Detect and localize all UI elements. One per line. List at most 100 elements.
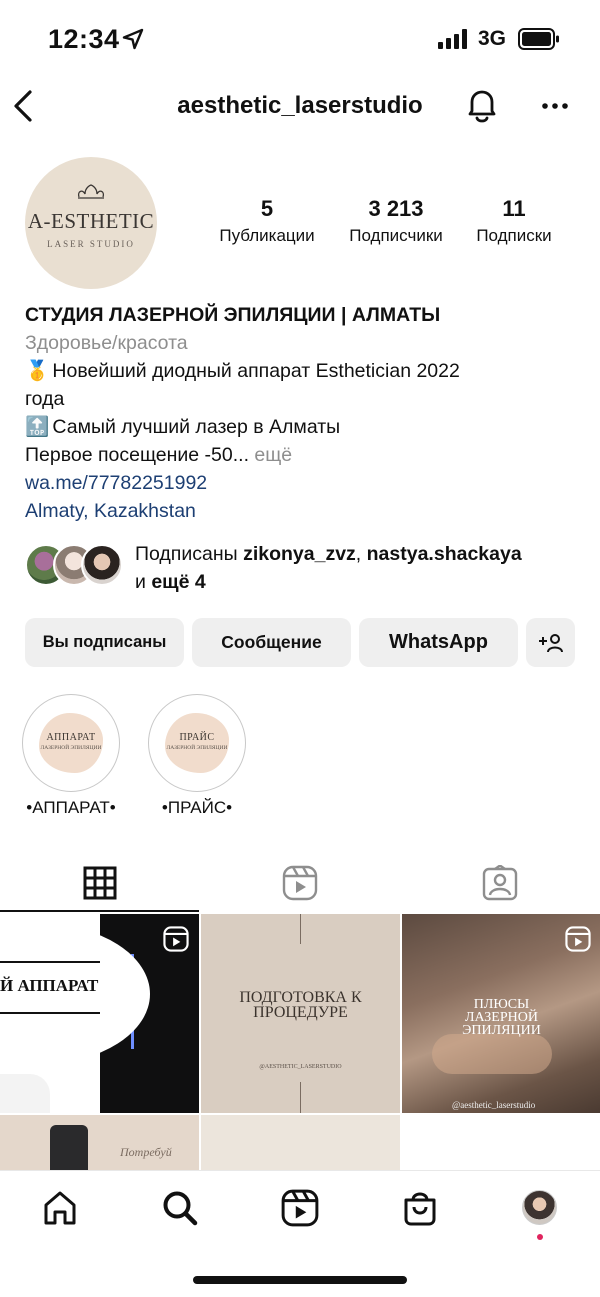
post-rule-bottom [0, 1012, 100, 1014]
whatsapp-button[interactable]: WhatsApp [359, 618, 518, 667]
post-tile-2[interactable]: ПОДГОТОВКА К ПРОЦЕДУРЕ @AESTHETIC_LASERS… [201, 914, 400, 1113]
active-tab-indicator [0, 910, 199, 912]
bio-line-2-text: Самый лучший лазер в Алматы [52, 416, 341, 438]
search-icon[interactable] [161, 1189, 199, 1227]
tab-reels[interactable] [200, 853, 400, 913]
bio-line-1-cont: года [25, 388, 65, 410]
highlight-cover-title: ПРАЙС [179, 732, 215, 743]
followed-by-user-1[interactable]: zikonya_zvz [243, 543, 356, 565]
highlight-caption: •ПРАЙС• [161, 798, 233, 817]
bottom-navigation [0, 1170, 600, 1250]
bio-line-3: Первое посещение -50... ещё [25, 441, 585, 469]
post-line-bottom [300, 1082, 301, 1113]
tab-tagged[interactable] [400, 853, 600, 913]
stat-posts-value: 5 [260, 196, 274, 221]
bio-line-2: 🔝 Самый лучший лазер в Алматы [25, 413, 585, 441]
highlight-cover: АППАРАТ ЛАЗЕРНОЙ ЭПИЛЯЦИИ [28, 700, 114, 786]
stat-following[interactable]: 11 Подписки [456, 196, 572, 246]
profile-tabs [0, 853, 600, 913]
bio-line-1: 🥇 Новейший диодный аппарат Esthetician 2… [25, 357, 585, 385]
avatar-brand-text: A-ESTHETIC [27, 209, 155, 233]
stat-followers[interactable]: 3 213 Подписчики [333, 196, 459, 246]
reels-nav-icon[interactable] [281, 1189, 319, 1227]
add-person-icon [538, 633, 563, 652]
followed-by-row[interactable]: Подписаны zikonya_zvz, nastya.shackaya и… [25, 540, 585, 594]
post-tile-3[interactable]: ПЛЮСЫ ЛАЗЕРНОЙ ЭПИЛЯЦИИ @aesthetic_laser… [402, 914, 600, 1113]
profile-category: Здоровье/красота [25, 332, 188, 354]
stat-posts-label: Публикации [219, 226, 315, 245]
highlight-cover-subtitle: ЛАЗЕРНОЙ ЭПИЛЯЦИИ [166, 745, 228, 751]
post-tile-5[interactable] [201, 1115, 400, 1174]
post-tile-1[interactable]: Й АППАРАТ [0, 914, 199, 1113]
avatar-brand-subtitle: LASER STUDIO [47, 239, 135, 249]
stat-posts[interactable]: 5 Публикации [207, 196, 327, 246]
stat-followers-value: 3 213 [368, 196, 424, 221]
post-2-title-line-2: ПРОЦЕДУРЕ [253, 1004, 348, 1021]
post-3-title-line-3: ЭПИЛЯЦИИ [462, 1023, 541, 1038]
post-tile-4[interactable]: Потребуй [0, 1115, 199, 1174]
bell-icon[interactable] [464, 86, 500, 126]
bio-website-link[interactable]: wa.me/77782251992 [25, 469, 585, 497]
post-1-caption: Й АППАРАТ [0, 976, 99, 995]
post-3-title: ПЛЮСЫ ЛАЗЕРНОЙ ЭПИЛЯЦИИ [402, 998, 600, 1038]
stat-following-label: Подписки [476, 226, 552, 245]
grid-icon [83, 866, 117, 900]
followed-by-more[interactable]: ещё 4 [151, 571, 205, 593]
followed-by-user-2[interactable]: nastya.shackaya [367, 543, 522, 565]
post-2-title-line-1: ПОДГОТОВКА К [239, 989, 362, 1006]
post-rule-top [0, 961, 100, 963]
signal-bars-icon [438, 29, 467, 49]
highlight-caption: •АППАРАТ• [26, 798, 116, 817]
location-arrow-icon [122, 28, 144, 50]
profile-display-name: СТУДИЯ ЛАЗЕРНОЙ ЭПИЛЯЦИИ | АЛМАТЫ [25, 304, 441, 326]
followed-by-text: Подписаны zikonya_zvz, nastya.shackaya и… [135, 540, 595, 596]
profile-avatar[interactable]: A-ESTHETIC LASER STUDIO [25, 157, 157, 289]
reels-icon [282, 865, 318, 901]
stat-following-value: 11 [502, 196, 526, 221]
posts-grid: Й АППАРАТ ПОДГОТОВКА К ПРОЦЕДУРЕ @AESTHE… [0, 914, 600, 1174]
status-time: 12:34 [48, 24, 120, 54]
highlight-blob [165, 713, 229, 773]
shop-bag-icon[interactable] [401, 1189, 439, 1227]
bio-more-link[interactable]: ещё [254, 444, 292, 466]
profile-username: aesthetic_laserstudio [177, 92, 423, 119]
post-2-handle: @AESTHETIC_LASERSTUDIO [259, 1064, 342, 1070]
post-2-title: ПОДГОТОВКА К ПРОЦЕДУРЕ [201, 989, 400, 1021]
post-4-script: Потребуй [120, 1145, 172, 1159]
followed-by-prefix: Подписаны [135, 543, 238, 565]
highlight-blob [39, 713, 103, 773]
battery-icon [518, 28, 559, 50]
home-icon[interactable] [41, 1189, 79, 1227]
highlight-ring: АППАРАТ ЛАЗЕРНОЙ ЭПИЛЯЦИИ [22, 694, 120, 792]
stat-followers-label: Подписчики [349, 226, 443, 245]
more-options-icon[interactable] [540, 94, 570, 118]
message-button[interactable]: Сообщение [192, 618, 351, 667]
highlight-cover-subtitle: ЛАЗЕРНОЙ ЭПИЛЯЦИИ [40, 745, 102, 751]
status-bar: 12:34 3G [0, 0, 600, 80]
top-arrow-emoji: 🔝 [25, 416, 50, 438]
bio-line-3-text: Первое посещение -50... [25, 444, 249, 466]
network-type: 3G [478, 27, 507, 50]
notification-dot [537, 1234, 543, 1240]
tab-grid[interactable] [0, 853, 200, 913]
home-indicator [193, 1276, 407, 1284]
highlight-price[interactable]: ПРАЙС ЛАЗЕРНОЙ ЭПИЛЯЦИИ •ПРАЙС• [147, 694, 247, 818]
highlight-apparatus[interactable]: АППАРАТ ЛАЗЕРНОЙ ЭПИЛЯЦИИ •АППАРАТ• [21, 694, 121, 818]
post-4-device [50, 1125, 88, 1174]
bio-location-link[interactable]: Almaty, Kazakhstan [25, 497, 585, 525]
reel-badge-icon [565, 926, 591, 952]
post-3-handle: @aesthetic_laserstudio [452, 1100, 536, 1110]
following-button[interactable]: Вы подписаны [25, 618, 184, 667]
profile-nav-avatar[interactable] [522, 1190, 557, 1225]
highlight-cover: ПРАЙС ЛАЗЕРНОЙ ЭПИЛЯЦИИ [154, 700, 240, 786]
highlight-cover-title: АППАРАТ [46, 732, 96, 743]
crown-logo-icon [77, 184, 105, 199]
followed-by-separator: , [355, 543, 362, 565]
post-3-hands [432, 1034, 552, 1074]
suggested-users-button[interactable] [526, 618, 575, 667]
post-device-base [0, 1074, 50, 1113]
highlight-ring: ПРАЙС ЛАЗЕРНОЙ ЭПИЛЯЦИИ [148, 694, 246, 792]
followed-by-and: и [135, 571, 146, 593]
bio-line-1-text: Новейший диодный аппарат Esthetician 202… [52, 360, 460, 382]
reel-badge-icon [163, 926, 189, 952]
